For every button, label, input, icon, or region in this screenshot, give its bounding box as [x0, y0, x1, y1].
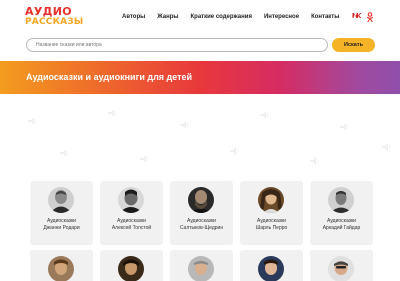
speaker-icon [108, 104, 118, 117]
card-label-prefix: Аудиосказки [257, 218, 286, 224]
main-nav: Авторы Жанры Краткие содержания Интересн… [122, 14, 351, 20]
nav-item-authors[interactable]: Авторы [122, 14, 145, 20]
author-card[interactable] [240, 250, 303, 281]
author-card-tolstoy[interactable]: Аудиосказки Алексей Толстой [100, 181, 163, 245]
speaker-icon [28, 112, 38, 125]
author-portrait [258, 256, 284, 281]
nav-item-interesting[interactable]: Интересное [264, 14, 299, 20]
author-portrait [258, 187, 284, 213]
speaker-icon [260, 106, 270, 119]
author-card-gaidar[interactable]: Аудиосказки Аркадий Гайдар [310, 181, 373, 245]
speaker-icon [180, 116, 190, 129]
author-portrait [118, 187, 144, 213]
author-card[interactable] [170, 250, 233, 281]
author-card-saltykov[interactable]: Аудиосказки Салтыков-Щедрин [170, 181, 233, 245]
author-portrait [48, 187, 74, 213]
speaker-icon [60, 144, 70, 157]
author-card[interactable] [100, 250, 163, 281]
card-label-prefix: Аудиосказки [117, 218, 146, 224]
page-title: Аудиосказки и аудиокниги для детей [26, 72, 193, 82]
search-input[interactable] [26, 38, 328, 52]
search-button[interactable]: Искать [332, 38, 375, 52]
card-label-author: Джанни Родари [43, 225, 80, 231]
logo-line-2: РАССКАЗЫ [25, 17, 84, 27]
card-label-prefix: Аудиосказки [327, 218, 356, 224]
author-card-perrault[interactable]: Аудиосказки Шарль Перро [240, 181, 303, 245]
speaker-icon [310, 152, 320, 165]
card-label-author: Алексей Толстой [111, 225, 152, 231]
hero-banner: Аудиосказки и аудиокниги для детей [0, 61, 400, 94]
author-portrait [118, 256, 144, 281]
card-label-prefix: Аудиосказки [47, 218, 76, 224]
card-label-author: Салтыков-Щедрин [179, 225, 224, 231]
author-card[interactable] [30, 250, 93, 281]
ok-icon[interactable] [366, 12, 374, 22]
author-portrait [48, 256, 74, 281]
nav-item-summaries[interactable]: Краткие содержания [191, 14, 252, 20]
nav-item-genres[interactable]: Жанры [157, 14, 178, 20]
card-label-prefix: Аудиосказки [187, 218, 216, 224]
card-label-author: Шарль Перро [255, 225, 288, 231]
nav-item-contacts[interactable]: Контакты [311, 14, 339, 20]
vk-icon[interactable] [352, 12, 362, 19]
author-card-rodari[interactable]: Аудиосказки Джанни Родари [30, 181, 93, 245]
speaker-icon [230, 142, 240, 155]
author-portrait [328, 256, 354, 281]
author-card[interactable] [310, 250, 373, 281]
site-logo[interactable]: АУДИО РАССКАЗЫ [25, 5, 84, 30]
author-portrait [328, 187, 354, 213]
author-portrait [188, 256, 214, 281]
speaker-icon [340, 118, 350, 131]
author-portrait [188, 187, 214, 213]
card-label-author: Аркадий Гайдар [322, 225, 361, 231]
speaker-icon [140, 150, 150, 163]
logo-line-1: АУДИО [25, 5, 72, 18]
speaker-icon [382, 138, 392, 151]
site-header: АУДИО РАССКАЗЫ Авторы Жанры Краткие соде… [0, 0, 400, 36]
